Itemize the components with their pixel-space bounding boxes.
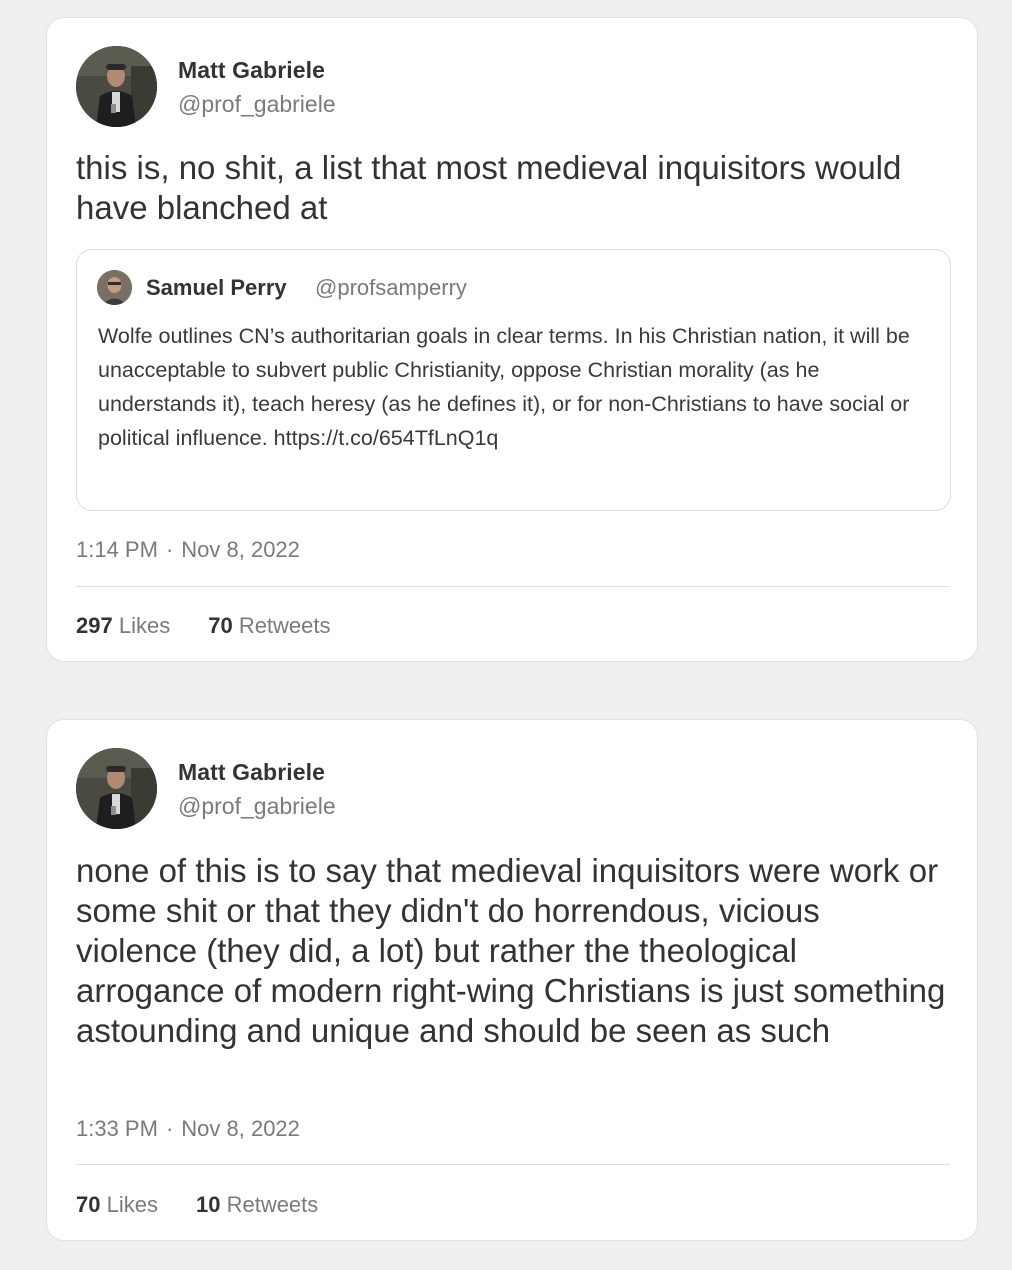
quoted-tweet[interactable]: Samuel Perry @profsamperry Wolfe outline… [76,249,951,511]
author-handle[interactable]: @prof_gabriele [178,91,336,118]
tweet-stats: 70 Likes 10 Retweets [76,1192,318,1218]
tweet-time: 1:14 PM [76,537,158,562]
tweet-stats: 297 Likes 70 Retweets [76,613,331,639]
quoted-tweet-text: Wolfe outlines CN’s authoritarian goals … [98,324,910,450]
tweet-card[interactable]: Matt Gabriele @prof_gabriele none of thi… [46,719,978,1241]
tweet-text: none of this is to say that medieval inq… [76,852,946,1049]
author-handle[interactable]: @prof_gabriele [178,793,336,820]
profile-photo [76,46,157,127]
likes-stat[interactable]: 70 Likes [76,1192,158,1218]
likes-stat[interactable]: 297 Likes [76,613,170,639]
quoted-author-name[interactable]: Samuel Perry [146,275,287,301]
retweets-label: Retweets [226,1192,319,1217]
retweets-stat[interactable]: 10 Retweets [196,1192,318,1218]
tweet-time: 1:33 PM [76,1116,158,1141]
tweet-timestamp[interactable]: 1:33 PM · Nov 8, 2022 [76,1116,300,1142]
likes-count: 297 [76,613,113,638]
profile-photo [76,748,157,829]
avatar[interactable] [76,748,157,829]
tweet-date: Nov 8, 2022 [181,1116,300,1141]
divider [76,586,950,587]
retweets-label: Retweets [238,613,331,638]
avatar[interactable] [97,270,132,305]
meta-separator: · [165,1116,174,1141]
tweet-text: this is, no shit, a list that most medie… [76,149,902,226]
likes-label: Likes [118,613,171,638]
profile-photo [97,270,132,305]
meta-separator: · [165,537,174,562]
retweets-stat[interactable]: 70 Retweets [208,613,330,639]
tweet-card[interactable]: Matt Gabriele @prof_gabriele this is, no… [46,17,978,662]
likes-label: Likes [106,1192,158,1217]
tweet-timestamp[interactable]: 1:14 PM · Nov 8, 2022 [76,537,300,563]
author-name[interactable]: Matt Gabriele [178,759,325,786]
divider [76,1164,950,1165]
retweets-count: 70 [208,613,233,638]
likes-count: 70 [76,1192,101,1217]
avatar[interactable] [76,46,157,127]
tweet-date: Nov 8, 2022 [181,537,300,562]
retweets-count: 10 [195,1192,221,1217]
quoted-author-handle[interactable]: @profsamperry [315,275,467,301]
author-name[interactable]: Matt Gabriele [178,57,325,84]
